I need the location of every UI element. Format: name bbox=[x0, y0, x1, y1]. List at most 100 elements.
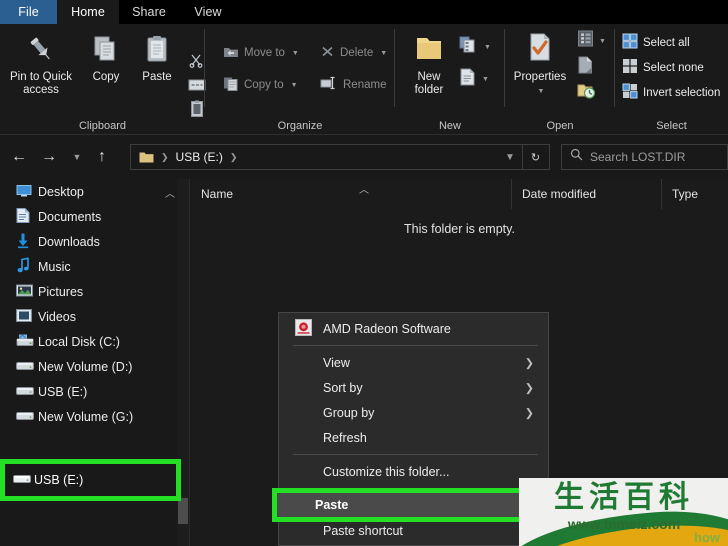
ribbon-group-new-label: New bbox=[438, 120, 461, 132]
downloads-icon bbox=[16, 232, 30, 251]
properties-button[interactable]: Properties ▼ bbox=[507, 32, 573, 98]
pin-icon bbox=[26, 34, 56, 68]
ribbon-group-organize: Move to ▼ Copy to ▼ Delete ▼ Rename Orga… bbox=[205, 24, 395, 135]
tab-home-label: Home bbox=[71, 5, 105, 19]
tab-file[interactable]: File bbox=[0, 0, 57, 24]
sidebar-item-label: Music bbox=[38, 259, 71, 274]
context-menu-item-label: AMD Radeon Software bbox=[323, 321, 451, 336]
move-to-icon bbox=[223, 44, 239, 62]
usb-highlight-annotation: USB (E:) bbox=[0, 459, 181, 501]
copy-to-button[interactable]: Copy to ▼ bbox=[223, 76, 298, 94]
forward-button[interactable]: → bbox=[38, 146, 60, 168]
new-folder-button[interactable]: New folder bbox=[403, 34, 455, 97]
back-button[interactable]: ← bbox=[8, 146, 30, 168]
videos-icon bbox=[16, 308, 32, 325]
column-header-type-label: Type bbox=[672, 187, 699, 201]
chevron-down-icon: ▼ bbox=[291, 49, 299, 57]
new-folder-icon bbox=[412, 34, 446, 68]
delete-button[interactable]: Delete ▼ bbox=[320, 44, 387, 62]
invert-selection-button[interactable]: Invert selection bbox=[622, 83, 720, 102]
search-input[interactable]: Search LOST.DIR bbox=[590, 150, 685, 164]
select-none-button[interactable]: Select none bbox=[622, 58, 704, 77]
tab-share[interactable]: Share bbox=[119, 0, 179, 24]
open-with-button[interactable]: ▼ bbox=[577, 30, 606, 52]
sidebar-item-local-disk-c[interactable]: Local Disk (C:) bbox=[0, 329, 189, 354]
address-bar-row: ← → ▼ ↑ ❯ USB (E:) ❯ ▼ ↻ Search LOST.DIR bbox=[0, 135, 728, 179]
tab-home[interactable]: Home bbox=[57, 0, 119, 24]
music-icon bbox=[16, 256, 30, 276]
ribbon-group-open-label: Open bbox=[546, 120, 574, 132]
column-header-type[interactable]: Type bbox=[661, 179, 728, 209]
rename-button[interactable]: Rename bbox=[320, 76, 386, 93]
breadcrumb-separator[interactable]: ❯ bbox=[230, 152, 238, 163]
chevron-down-icon: ▼ bbox=[599, 37, 606, 45]
sidebar-item-label: Downloads bbox=[38, 234, 100, 249]
cut-button[interactable] bbox=[188, 52, 204, 73]
refresh-icon: ↻ bbox=[530, 151, 541, 164]
context-menu-item-paste[interactable]: Paste bbox=[277, 493, 525, 517]
documents-icon bbox=[16, 207, 30, 226]
sidebar-item-usb-e-highlighted[interactable]: USB (E:) bbox=[5, 464, 176, 496]
context-menu-item-amd-radeon-software[interactable]: AMD Radeon Software bbox=[279, 316, 548, 341]
amd-radeon-icon bbox=[295, 318, 312, 339]
up-arrow-icon: ↑ bbox=[98, 148, 106, 165]
sidebar-item-new-volume-g[interactable]: New Volume (G:) bbox=[0, 404, 189, 429]
new-item-button[interactable]: ▼ bbox=[459, 36, 491, 59]
paste-label: Paste bbox=[142, 71, 172, 83]
sidebar-item-usb-e[interactable]: USB (E:) bbox=[0, 379, 189, 404]
sidebar-item-label: USB (E:) bbox=[34, 473, 84, 487]
easy-access-button[interactable]: ▼ bbox=[459, 68, 489, 91]
chevron-down-icon: ▼ bbox=[482, 76, 489, 83]
tab-view[interactable]: View bbox=[179, 0, 237, 24]
column-header-row: Name ︿ Date modified Type bbox=[191, 179, 728, 209]
sidebar-item-pictures[interactable]: Pictures bbox=[0, 279, 189, 304]
context-menu-item-label: Group by bbox=[323, 405, 375, 420]
sidebar-item-videos[interactable]: Videos bbox=[0, 304, 189, 329]
address-bar[interactable]: ❯ USB (E:) ❯ ▼ ↻ bbox=[130, 144, 550, 170]
edit-button[interactable] bbox=[577, 56, 594, 79]
pin-to-quick-access-button[interactable]: Pin to Quick access bbox=[6, 34, 76, 97]
context-menu-item-view[interactable]: View ❯ bbox=[279, 350, 548, 375]
ribbon-group-select: Select all Select none Invert selection … bbox=[615, 24, 728, 135]
ribbon-group-clipboard-label: Clipboard bbox=[78, 120, 127, 132]
context-menu-separator bbox=[293, 345, 538, 346]
nav-scrollbar-thumb[interactable] bbox=[178, 498, 188, 524]
chevron-right-icon: ❯ bbox=[524, 382, 534, 394]
sidebar-item-documents[interactable]: Documents bbox=[0, 204, 189, 229]
sidebar-item-desktop[interactable]: Desktop bbox=[0, 179, 189, 204]
context-menu-item-customize-this-folder[interactable]: Customize this folder... bbox=[279, 459, 548, 484]
chevron-down-icon: ▼ bbox=[380, 49, 388, 57]
sidebar-item-downloads[interactable]: Downloads bbox=[0, 229, 189, 254]
context-menu-item-refresh[interactable]: Refresh bbox=[279, 425, 548, 450]
paste-button[interactable]: Paste bbox=[133, 34, 181, 84]
sidebar-item-music[interactable]: Music bbox=[0, 254, 189, 279]
context-menu-item-label: Customize this folder... bbox=[323, 464, 450, 479]
ribbon-group-open: Properties ▼ ▼ Open bbox=[505, 24, 615, 135]
select-none-icon bbox=[622, 58, 638, 77]
column-header-name[interactable]: Name ︿ bbox=[191, 179, 511, 209]
move-to-button[interactable]: Move to ▼ bbox=[223, 44, 299, 62]
recent-locations-button[interactable]: ▼ bbox=[65, 146, 87, 168]
up-button[interactable]: ↑ bbox=[91, 146, 113, 168]
context-menu-item-label: Refresh bbox=[323, 430, 367, 445]
context-menu-item-group-by[interactable]: Group by ❯ bbox=[279, 400, 548, 425]
history-button[interactable] bbox=[577, 82, 596, 104]
drive-icon bbox=[16, 384, 34, 399]
open-with-icon bbox=[577, 30, 594, 52]
context-menu-item-sort-by[interactable]: Sort by ❯ bbox=[279, 375, 548, 400]
watermark: 生活百科 www.bimeiz.com how bbox=[519, 478, 728, 546]
sidebar-item-label: Local Disk (C:) bbox=[38, 334, 120, 349]
chevron-down-icon: ▼ bbox=[72, 152, 82, 162]
chevron-right-icon: ❯ bbox=[524, 357, 534, 369]
breadcrumb-usb-e[interactable]: USB (E:) bbox=[176, 150, 223, 164]
chevron-down-icon: ▼ bbox=[484, 44, 491, 51]
refresh-button[interactable]: ↻ bbox=[522, 145, 548, 169]
select-all-button[interactable]: Select all bbox=[622, 33, 690, 52]
column-header-date-modified[interactable]: Date modified bbox=[511, 179, 661, 209]
pin-to-quick-access-label-2: access bbox=[23, 84, 59, 96]
copy-button[interactable]: Copy bbox=[83, 34, 129, 84]
address-dropdown-button[interactable]: ▼ bbox=[496, 145, 522, 169]
sidebar-item-label: Videos bbox=[38, 309, 76, 324]
search-box[interactable]: Search LOST.DIR bbox=[561, 144, 728, 170]
sidebar-item-new-volume-d[interactable]: New Volume (D:) bbox=[0, 354, 189, 379]
